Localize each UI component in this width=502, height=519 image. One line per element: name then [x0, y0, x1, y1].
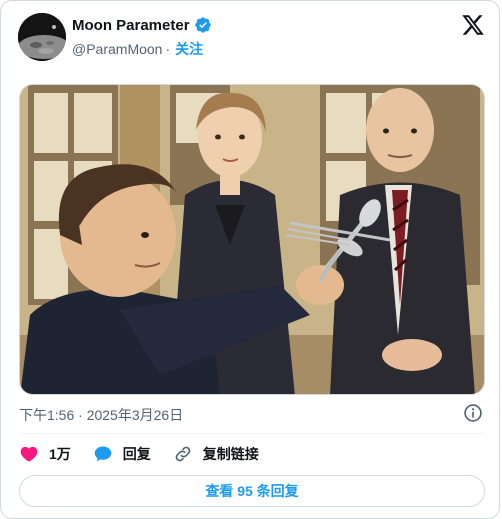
link-icon	[173, 444, 193, 464]
post-image[interactable]	[19, 84, 485, 395]
avatar[interactable]	[18, 13, 66, 61]
like-count: 1万	[49, 446, 71, 462]
heart-icon	[19, 444, 39, 464]
copy-link-label: 复制链接	[202, 446, 259, 462]
verified-badge-icon	[194, 16, 212, 34]
info-icon[interactable]	[463, 403, 483, 423]
like-button[interactable]: 1万	[19, 444, 71, 464]
copy-link-button[interactable]: 复制链接	[173, 444, 259, 464]
post-timestamp[interactable]: 下午1:56 · 2025年3月26日	[19, 405, 183, 425]
author-display-name[interactable]: Moon Parameter	[72, 17, 190, 34]
speech-bubble-icon	[93, 444, 113, 464]
action-bar: 1万 回复 复制链接	[19, 442, 281, 466]
reply-button[interactable]: 回复	[93, 444, 151, 464]
author-handle[interactable]: @ParamMoon	[72, 41, 162, 57]
view-replies-button[interactable]: 查看 95 条回复	[19, 475, 485, 507]
author-name-row: Moon Parameter	[72, 16, 212, 34]
divider	[19, 433, 485, 434]
x-logo-icon[interactable]	[461, 13, 485, 37]
follow-button[interactable]: 关注	[175, 39, 203, 59]
handle-separator: ·	[165, 41, 171, 57]
author-handle-row: @ParamMoon · 关注	[72, 39, 203, 59]
reply-label: 回复	[122, 446, 151, 462]
tweet-card: Moon Parameter @ParamMoon · 关注 下午1:56 · …	[0, 0, 500, 519]
